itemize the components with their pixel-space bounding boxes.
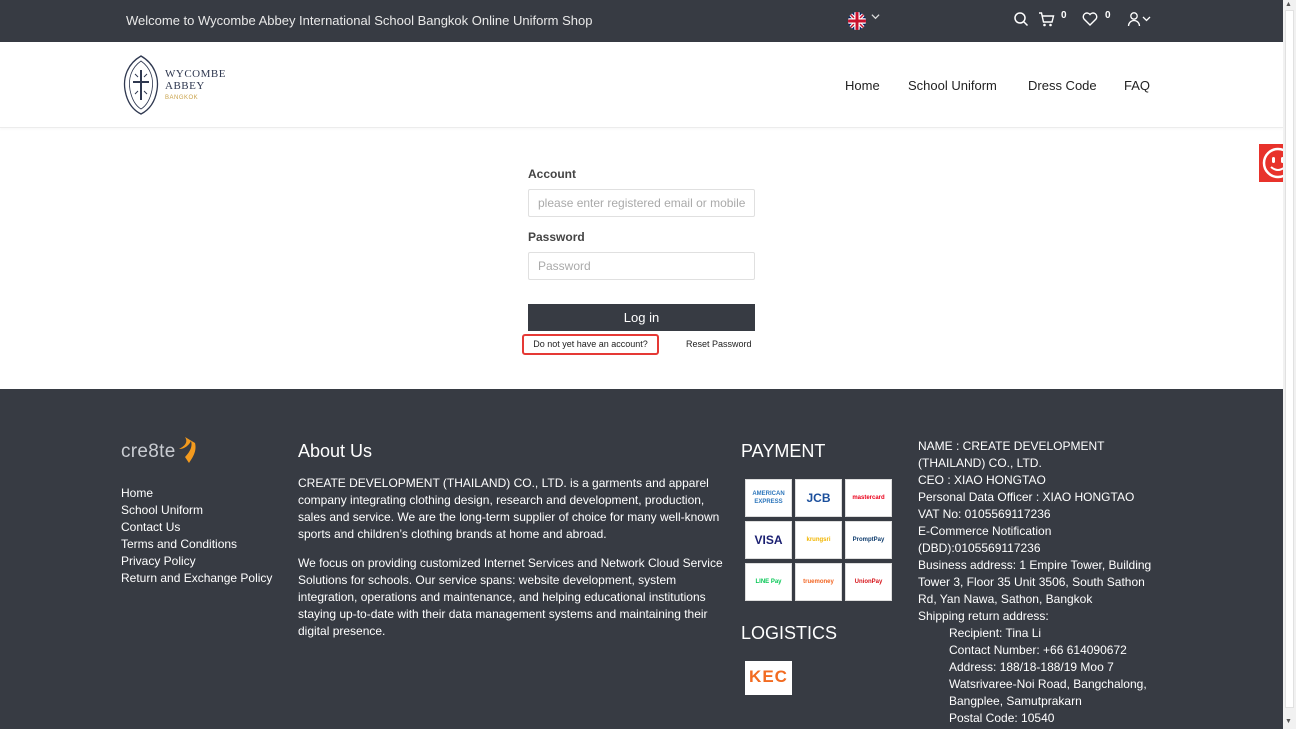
return-address-line: Address: 188/18-188/19 Moo 7 Watsrivaree… (949, 660, 1147, 708)
payment-card: AMERICAN EXPRESS (745, 479, 792, 517)
cart-icon[interactable] (1038, 11, 1055, 33)
company-info-line: Business address: 1 Empire Tower, Buildi… (918, 558, 1152, 606)
reset-password-link[interactable]: Reset Password (686, 339, 752, 349)
school-crest-icon (123, 55, 159, 115)
wishlist-count-badge: 0 (1105, 10, 1111, 21)
footer-link-return-exchange[interactable]: Return and Exchange Policy (121, 570, 272, 587)
user-icon[interactable] (1127, 11, 1153, 32)
nav-school-uniform[interactable]: School Uniform (908, 78, 997, 93)
footer-link-school-uniform[interactable]: School Uniform (121, 502, 272, 519)
payment-card: truemoney (795, 563, 842, 601)
payment-method-name: LINE Pay (755, 579, 782, 585)
payment-method-name: AMERICAN EXPRESS (752, 491, 785, 505)
cre8te-logo[interactable]: cre8te (121, 437, 196, 463)
cre8te-wordmark: cre8te (121, 441, 176, 462)
account-label: Account (528, 167, 576, 181)
company-info: NAME : CREATE DEVELOPMENT (THAILAND) CO.… (918, 438, 1158, 727)
about-paragraph-1: CREATE DEVELOPMENT (THAILAND) CO., LTD. … (298, 476, 720, 541)
logo-line-1: WYCOMBE (165, 68, 226, 80)
kec-logo-text: KEC (749, 667, 788, 686)
scroll-up-arrow-icon[interactable]: ▲ (1285, 1, 1292, 8)
account-input[interactable] (528, 189, 755, 217)
language-chevron-down-icon[interactable] (871, 12, 880, 24)
footer-link-contact-us[interactable]: Contact Us (121, 519, 272, 536)
footer-links: Home School Uniform Contact Us Terms and… (121, 485, 272, 587)
payment-method-name: VISA (754, 533, 783, 547)
payment-card: krungsri (795, 521, 842, 559)
payment-method-name: truemoney (803, 579, 834, 585)
company-info-line: E-Commerce Notification (DBD):0105569117… (918, 524, 1052, 555)
heart-icon[interactable] (1082, 11, 1098, 32)
payment-method-name: PromptPay (852, 537, 885, 543)
payment-card: JCB (795, 479, 842, 517)
school-logo[interactable]: WYCOMBE ABBEY BANGKOK (121, 54, 231, 116)
company-info-line: Personal Data Officer : XIAO HONGTAO (918, 490, 1135, 504)
company-info-line: CEO : XIAO HONGTAO (918, 473, 1046, 487)
payment-method-name: mastercard (852, 495, 885, 501)
return-address-line: Contact Number: +66 614090672 (949, 643, 1127, 657)
return-address-line: Recipient: Tina Li (949, 626, 1042, 640)
welcome-text: Welcome to Wycombe Abbey International S… (126, 13, 593, 28)
signup-link[interactable]: Do not yet have an account? (522, 334, 659, 355)
site-header: WYCOMBE ABBEY BANGKOK Home School Unifor… (0, 42, 1283, 128)
about-us-title: About Us (298, 441, 373, 461)
payment-card: LINE Pay (745, 563, 792, 601)
kec-logo: KEC (745, 661, 792, 695)
payment-card: UnionPay (845, 563, 892, 601)
nav-faq[interactable]: FAQ (1124, 78, 1150, 93)
top-bar: Welcome to Wycombe Abbey International S… (0, 0, 1283, 42)
cart-count-badge: 0 (1061, 10, 1067, 21)
uk-flag-icon[interactable] (848, 12, 866, 30)
company-info-line: VAT No: 0105569117236 (918, 507, 1051, 521)
return-address-line: Postal Code: 10540 (949, 711, 1055, 725)
search-icon[interactable] (1013, 11, 1029, 32)
password-input[interactable] (528, 252, 755, 280)
password-label: Password (528, 230, 585, 244)
logistics-title: LOGISTICS (741, 623, 838, 643)
login-button[interactable]: Log in (528, 304, 755, 331)
nav-home[interactable]: Home (845, 78, 880, 93)
footer-link-terms[interactable]: Terms and Conditions (121, 536, 272, 553)
payment-method-name: JCB (806, 491, 831, 505)
payment-method-name: krungsri (806, 537, 831, 543)
footer-link-home[interactable]: Home (121, 485, 272, 502)
footer-link-privacy[interactable]: Privacy Policy (121, 553, 272, 570)
site-footer: cre8te Home School Uniform Contact Us Te… (0, 389, 1283, 729)
about-paragraph-2: We focus on providing customized Interne… (298, 556, 723, 638)
nav-dress-code[interactable]: Dress Code (1028, 78, 1097, 93)
company-info-line: Shipping return address: (918, 609, 1049, 623)
logo-line-3: BANGKOK (165, 95, 199, 101)
payment-card: mastercard (845, 479, 892, 517)
payment-title: PAYMENT (741, 441, 826, 461)
company-info-line: NAME : CREATE DEVELOPMENT (THAILAND) CO.… (918, 439, 1105, 470)
payment-card: VISA (745, 521, 792, 559)
scroll-down-arrow-icon[interactable]: ▼ (1285, 718, 1292, 725)
bird-logo-icon (179, 437, 196, 463)
payment-card: PromptPay (845, 521, 892, 559)
scrollbar-thumb[interactable] (1285, 10, 1294, 708)
payment-method-name: UnionPay (854, 579, 883, 585)
logo-line-2: ABBEY (165, 80, 205, 92)
